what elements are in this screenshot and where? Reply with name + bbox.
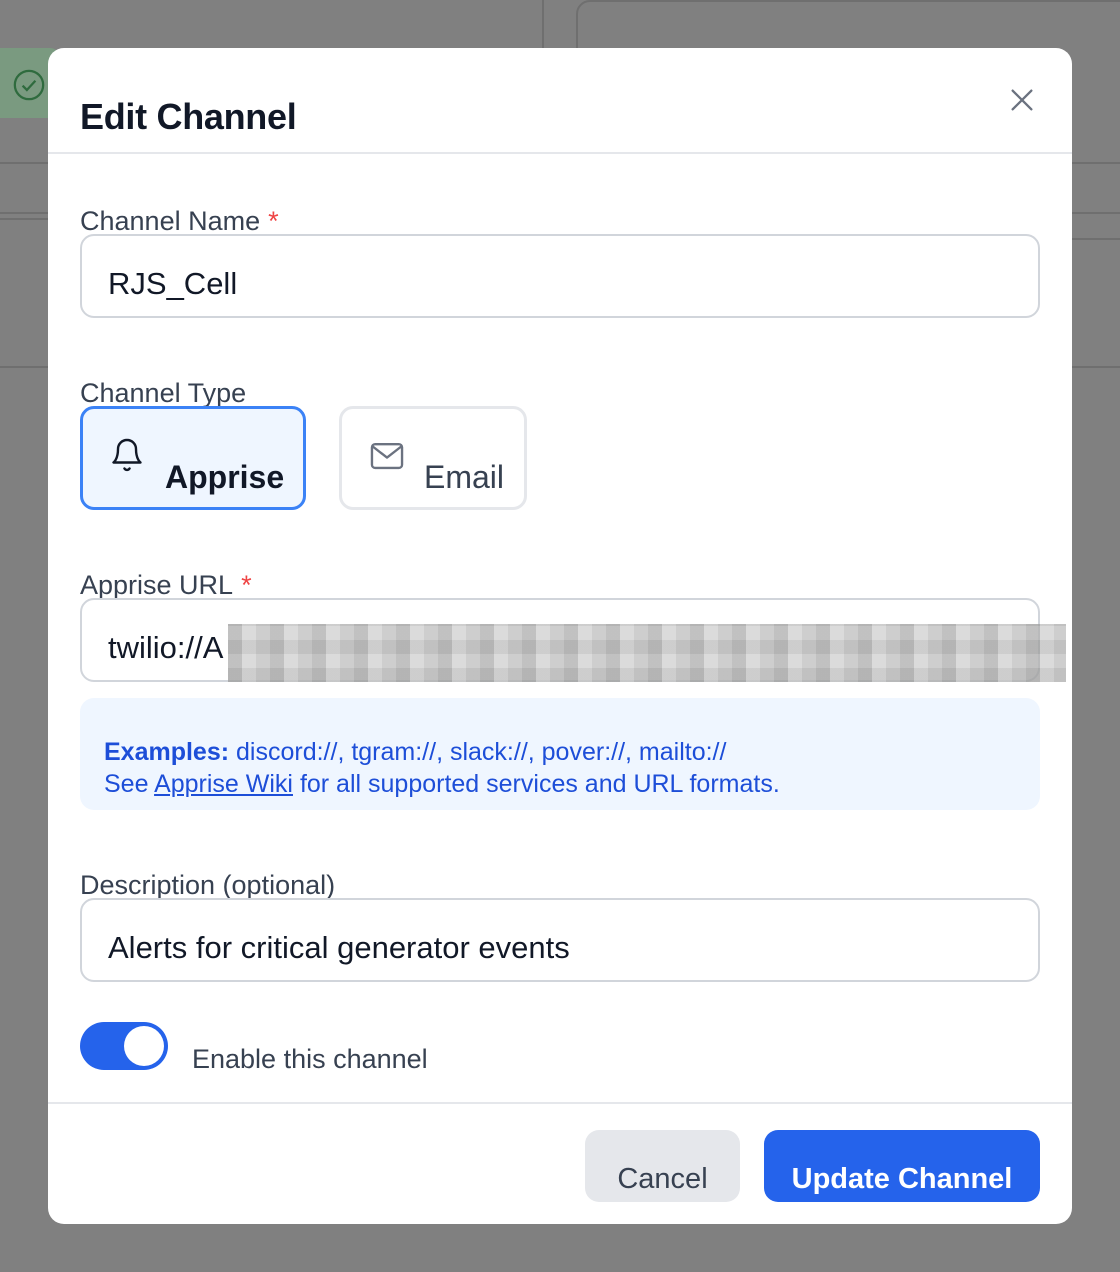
apprise-wiki-link[interactable]: Apprise Wiki (154, 770, 293, 798)
apprise-url-label: Apprise URL * (80, 570, 252, 600)
bell-icon (112, 438, 142, 472)
channel-type-email-button[interactable]: Email (339, 406, 527, 510)
toggle-knob (124, 1026, 164, 1066)
modal-footer: Cancel Update Channel (48, 1102, 1072, 1224)
wiki-line: See Apprise Wiki for all supported servi… (104, 768, 1040, 800)
enable-channel-label: Enable this channel (192, 1044, 428, 1074)
update-channel-button[interactable]: Update Channel (764, 1130, 1040, 1202)
required-mark: * (268, 206, 279, 236)
close-icon (1011, 89, 1033, 111)
close-button[interactable] (1002, 80, 1042, 120)
modal-title: Edit Channel (80, 96, 297, 137)
channel-name-label: Channel Name * (80, 206, 279, 236)
redacted-url-mask (228, 624, 1066, 682)
channel-name-input[interactable]: RJS_Cell (80, 234, 1040, 318)
required-mark: * (241, 570, 252, 600)
modal-header: Edit Channel (48, 48, 1072, 154)
enable-channel-toggle[interactable] (80, 1022, 168, 1070)
examples-label: Examples: (104, 738, 230, 766)
channel-type-apprise-label: Apprise (165, 459, 285, 495)
examples-text: discord://, tgram://, slack://, pover://… (236, 738, 727, 766)
channel-type-email-label: Email (424, 459, 505, 495)
description-label: Description (optional) (80, 870, 336, 900)
check-circle-icon (13, 69, 45, 101)
description-input[interactable]: Alerts for critical generator events (80, 898, 1040, 982)
channel-type-label: Channel Type (80, 378, 247, 408)
edit-channel-modal: Edit Channel Channel Name * RJS_Cell Chan… (48, 48, 1072, 1224)
mail-icon (370, 442, 404, 470)
see-text: See (104, 770, 149, 798)
channel-type-apprise-button[interactable]: Apprise (80, 406, 306, 510)
apprise-examples-info: Examples: discord://, tgram://, slack://… (80, 698, 1040, 810)
examples-line: Examples: discord://, tgram://, slack://… (104, 736, 1040, 768)
cancel-button[interactable]: Cancel (585, 1130, 740, 1202)
wiki-after-text: for all supported services and URL forma… (299, 770, 780, 798)
